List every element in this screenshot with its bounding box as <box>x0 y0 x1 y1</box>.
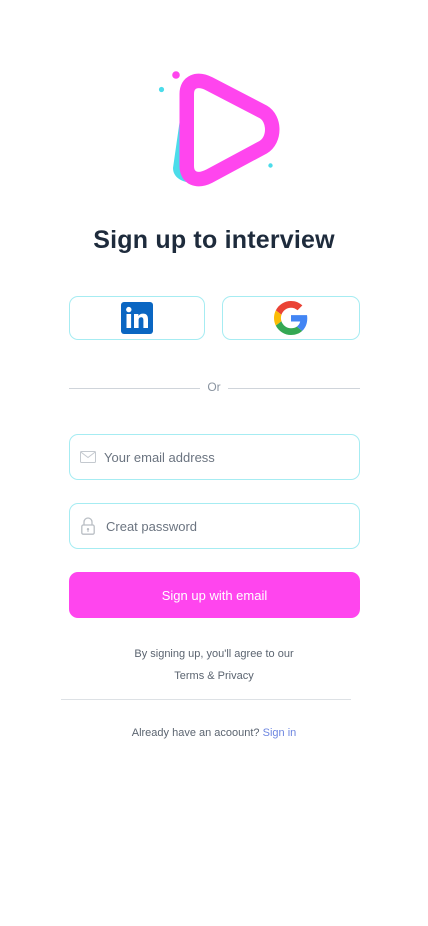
app-logo <box>155 68 280 193</box>
linkedin-signup-button[interactable] <box>69 296 205 340</box>
signin-prompt: Already have an acoount? <box>131 727 260 739</box>
divider-label: Or <box>207 380 221 394</box>
divider-line-left <box>69 388 200 389</box>
email-input[interactable] <box>104 449 344 465</box>
sign-in-link[interactable]: Sign in <box>263 727 297 739</box>
page-title: Sign up to interview <box>93 226 335 254</box>
password-field[interactable] <box>69 503 360 549</box>
bottom-divider <box>61 699 351 700</box>
signin-row: Already have an acoount? Sign in <box>0 727 428 739</box>
google-icon <box>274 301 308 335</box>
google-signup-button[interactable] <box>222 296 360 340</box>
play-triangle-logo-icon <box>158 71 280 187</box>
sign-up-with-email-button[interactable]: Sign up with email <box>69 572 360 618</box>
terms-row: Terms & Privacy <box>0 670 428 682</box>
divider-line-right <box>228 388 360 389</box>
lock-icon <box>79 517 97 535</box>
mail-icon <box>79 448 97 466</box>
linkedin-icon <box>121 302 153 334</box>
email-field[interactable] <box>69 434 360 480</box>
terms-privacy-link[interactable]: Terms & Privacy <box>174 670 253 682</box>
terms-notice: By signing up, you'll agree to our <box>134 648 294 660</box>
password-input[interactable] <box>106 518 346 534</box>
